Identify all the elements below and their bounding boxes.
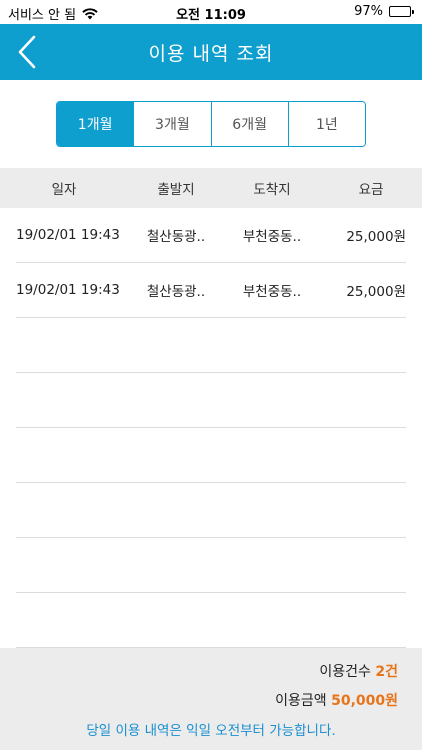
period-tabs: 1개월 3개월 6개월 1년 xyxy=(56,101,366,147)
history-list: 19/02/01 19:43 철산동광.. 부천중동.. 25,000원 19/… xyxy=(0,208,422,648)
usage-amount: 이용금액 50,000원 xyxy=(275,690,398,710)
row-destination: 부천중동.. xyxy=(242,229,302,245)
empty-row xyxy=(16,593,406,648)
empty-row xyxy=(16,428,406,483)
usage-count-value: 2건 xyxy=(375,664,398,680)
row-destination: 부천중동.. xyxy=(242,284,302,300)
row-origin: 철산동광.. xyxy=(146,284,206,300)
row-date: 19/02/01 19:43 xyxy=(16,227,120,243)
summary-footer: 이용건수 2건 이용금액 50,000원 당일 이용 내역은 익일 오전부터 가… xyxy=(0,648,422,750)
row-date: 19/02/01 19:43 xyxy=(16,282,120,298)
column-header-fare: 요금 xyxy=(358,182,384,198)
chevron-left-icon xyxy=(18,35,36,69)
column-header-date: 일자 xyxy=(51,182,77,198)
tab-1-year[interactable]: 1년 xyxy=(288,102,365,146)
back-button[interactable] xyxy=(14,34,44,70)
battery-icon xyxy=(389,6,414,17)
table-header: 일자 출발지 도착지 요금 xyxy=(0,168,422,208)
battery-percent: 97% xyxy=(354,4,383,19)
empty-row xyxy=(16,483,406,538)
row-fare: 25,000원 xyxy=(346,284,406,300)
table-row[interactable]: 19/02/01 19:43 철산동광.. 부천중동.. 25,000원 xyxy=(16,208,406,263)
notice-text: 당일 이용 내역은 익일 오전부터 가능합니다. xyxy=(86,723,336,739)
empty-row xyxy=(16,538,406,593)
usage-amount-label: 이용금액 xyxy=(275,693,327,709)
page-title: 이용 내역 조회 xyxy=(148,42,274,65)
status-bar: 서비스 안 됨 오전 11:09 97% xyxy=(0,0,422,24)
usage-count: 이용건수 2건 xyxy=(319,661,398,681)
empty-row xyxy=(16,318,406,373)
tab-6-months[interactable]: 6개월 xyxy=(211,102,289,146)
usage-amount-value: 50,000원 xyxy=(331,693,398,709)
column-header-origin: 출발지 xyxy=(157,182,195,198)
tab-3-months[interactable]: 3개월 xyxy=(134,102,212,146)
status-right: 97% xyxy=(354,4,414,19)
empty-row xyxy=(16,373,406,428)
table-row[interactable]: 19/02/01 19:43 철산동광.. 부천중동.. 25,000원 xyxy=(16,263,406,318)
usage-count-label: 이용건수 xyxy=(319,664,371,680)
column-header-destination: 도착지 xyxy=(253,182,291,198)
app-header: 이용 내역 조회 xyxy=(0,24,422,80)
tab-1-month[interactable]: 1개월 xyxy=(57,102,135,146)
row-origin: 철산동광.. xyxy=(146,229,206,245)
row-fare: 25,000원 xyxy=(346,229,406,245)
